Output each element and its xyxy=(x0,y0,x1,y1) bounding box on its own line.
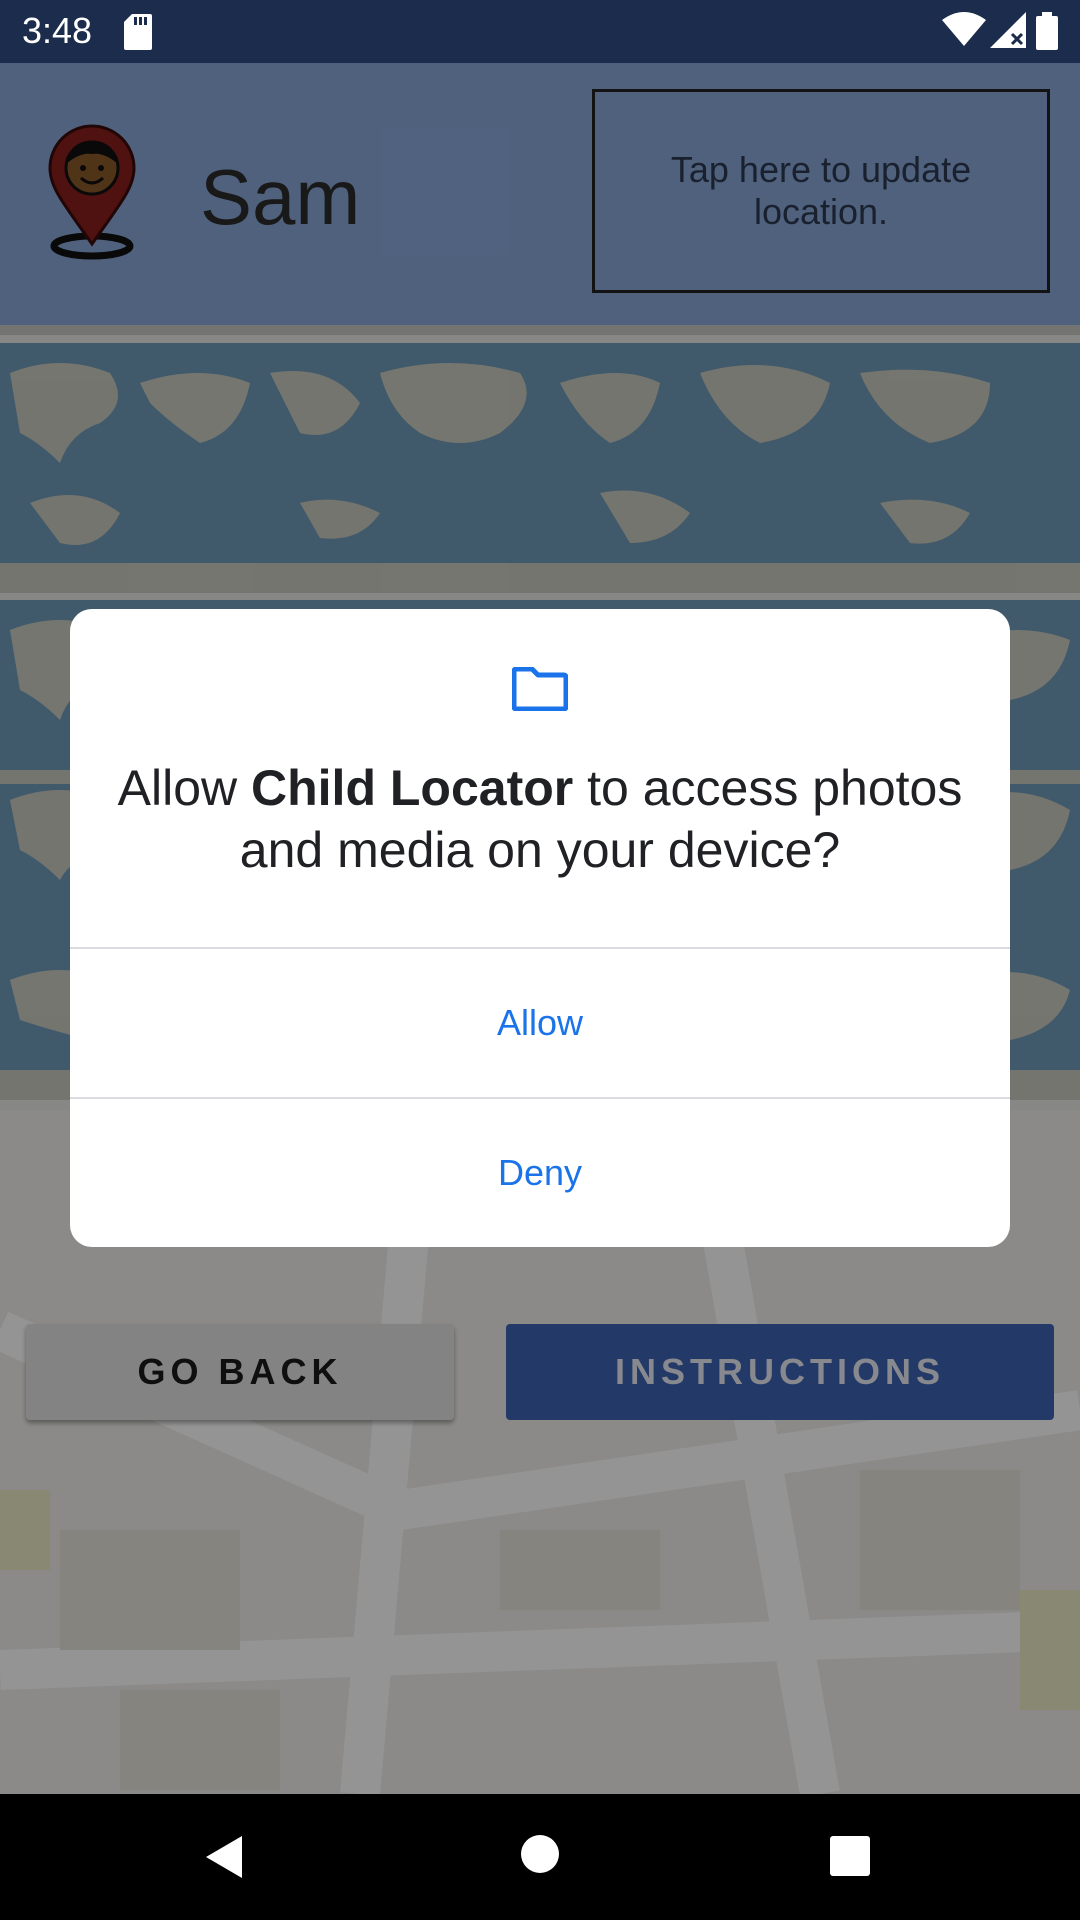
folder-icon xyxy=(512,667,568,711)
deny-button[interactable]: Deny xyxy=(70,1099,1010,1247)
allow-button[interactable]: Allow xyxy=(70,949,1010,1097)
permission-message: Allow Child Locator to access photos and… xyxy=(110,757,970,881)
back-icon[interactable] xyxy=(204,1834,244,1880)
status-bar: 3:48 xyxy=(0,0,1080,63)
navigation-bar xyxy=(0,1794,1080,1920)
message-prefix: Allow xyxy=(117,760,252,816)
home-icon[interactable] xyxy=(520,1834,560,1874)
sd-card-icon xyxy=(124,14,152,50)
app-name: Child Locator xyxy=(251,760,574,816)
signal-icon xyxy=(990,12,1026,48)
recents-icon[interactable] xyxy=(830,1836,870,1876)
status-time: 3:48 xyxy=(22,10,93,51)
wifi-icon xyxy=(942,12,986,46)
battery-icon xyxy=(1036,12,1058,50)
permission-dialog: Allow Child Locator to access photos and… xyxy=(70,609,1010,1247)
